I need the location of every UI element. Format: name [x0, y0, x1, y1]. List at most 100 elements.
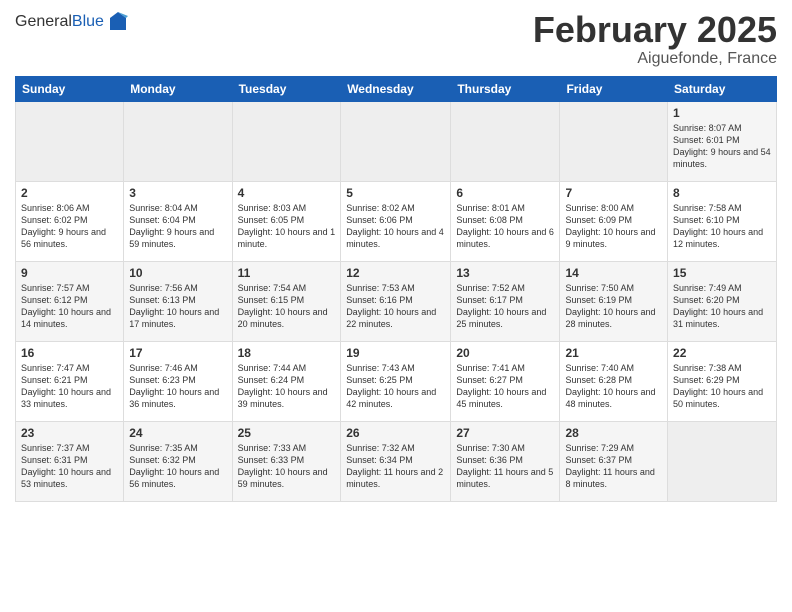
day-number: 2 [21, 186, 118, 200]
logo-icon [106, 10, 130, 34]
day-info: Sunrise: 7:43 AM Sunset: 6:25 PM Dayligh… [346, 362, 445, 411]
day-info: Sunrise: 8:07 AM Sunset: 6:01 PM Dayligh… [673, 122, 771, 171]
col-friday: Friday [560, 76, 668, 101]
logo: GeneralBlue [15, 10, 130, 34]
table-row [341, 101, 451, 181]
table-row [124, 101, 232, 181]
table-row: 27Sunrise: 7:30 AM Sunset: 6:36 PM Dayli… [451, 421, 560, 501]
location: Aiguefonde, France [533, 50, 777, 68]
title-section: February 2025 Aiguefonde, France [533, 10, 777, 68]
day-info: Sunrise: 7:46 AM Sunset: 6:23 PM Dayligh… [129, 362, 226, 411]
day-number: 17 [129, 346, 226, 360]
table-row: 25Sunrise: 7:33 AM Sunset: 6:33 PM Dayli… [232, 421, 341, 501]
day-info: Sunrise: 7:54 AM Sunset: 6:15 PM Dayligh… [238, 282, 336, 331]
table-row: 16 Sunrise: 7:47 AM Sunset: 6:21 PM Dayli… [16, 341, 124, 421]
calendar-week-row: 9 Sunrise: 7:57 AM Sunset: 6:12 PM Daylig… [16, 261, 777, 341]
day-number: 14 [565, 266, 662, 280]
day-info: Sunrise: 7:52 AM Sunset: 6:17 PM Dayligh… [456, 282, 554, 331]
day-info: Sunrise: 7:56 AM Sunset: 6:13 PM Dayligh… [129, 282, 226, 331]
day-info: Sunrise: 7:49 AM Sunset: 6:20 PM Dayligh… [673, 282, 771, 331]
day-info: Sunrise: 7:32 AM Sunset: 6:34 PM Dayligh… [346, 442, 445, 491]
table-row: 26 Sunrise: 7:32 AM Sunset: 6:34 PM Dayli… [341, 421, 451, 501]
logo-general-text: General [15, 13, 72, 30]
day-info: Sunrise: 7:47 AM Sunset: 6:21 PM Dayligh… [21, 362, 118, 411]
day-info: Sunrise: 8:03 AM Sunset: 6:05 PM Dayligh… [238, 202, 336, 251]
table-row: 7Sunrise: 8:00 AM Sunset: 6:09 PM Daylig… [560, 181, 668, 261]
day-info: Sunrise: 8:02 AM Sunset: 6:06 PM Dayligh… [346, 202, 445, 251]
table-row: 11 Sunrise: 7:54 AM Sunset: 6:15 PM Dayli… [232, 261, 341, 341]
day-info: Sunrise: 7:57 AM Sunset: 6:12 PM Dayligh… [21, 282, 118, 331]
table-row: 14 Sunrise: 7:50 AM Sunset: 6:19 PM Dayli… [560, 261, 668, 341]
day-number: 20 [456, 346, 554, 360]
table-row: 19 Sunrise: 7:43 AM Sunset: 6:25 PM Dayli… [341, 341, 451, 421]
day-info: Sunrise: 8:06 AM Sunset: 6:02 PM Dayligh… [21, 202, 118, 251]
table-row: 10 Sunrise: 7:56 AM Sunset: 6:13 PM Dayli… [124, 261, 232, 341]
table-row [451, 101, 560, 181]
day-info: Sunrise: 7:41 AM Sunset: 6:27 PM Dayligh… [456, 362, 554, 411]
day-number: 15 [673, 266, 771, 280]
table-row: 6Sunrise: 8:01 AM Sunset: 6:08 PM Daylig… [451, 181, 560, 261]
table-row: 8 Sunrise: 7:58 AM Sunset: 6:10 PM Daylig… [668, 181, 777, 261]
col-tuesday: Tuesday [232, 76, 341, 101]
day-info: Sunrise: 8:04 AM Sunset: 6:04 PM Dayligh… [129, 202, 226, 251]
day-info: Sunrise: 8:00 AM Sunset: 6:09 PM Dayligh… [565, 202, 662, 251]
logo-blue-text: Blue [72, 13, 104, 30]
table-row [668, 421, 777, 501]
table-row: 20 Sunrise: 7:41 AM Sunset: 6:27 PM Dayli… [451, 341, 560, 421]
calendar-week-row: 2 Sunrise: 8:06 AM Sunset: 6:02 PM Daylig… [16, 181, 777, 261]
day-number: 22 [673, 346, 771, 360]
table-row: 12Sunrise: 7:53 AM Sunset: 6:16 PM Dayli… [341, 261, 451, 341]
day-number: 8 [673, 186, 771, 200]
day-info: Sunrise: 7:35 AM Sunset: 6:32 PM Dayligh… [129, 442, 226, 491]
day-number: 16 [21, 346, 118, 360]
table-row: 4 Sunrise: 8:03 AM Sunset: 6:05 PM Daylig… [232, 181, 341, 261]
col-monday: Monday [124, 76, 232, 101]
table-row: 1 Sunrise: 8:07 AM Sunset: 6:01 PM Daylig… [668, 101, 777, 181]
day-info: Sunrise: 8:01 AM Sunset: 6:08 PM Dayligh… [456, 202, 554, 251]
table-row: 2 Sunrise: 8:06 AM Sunset: 6:02 PM Daylig… [16, 181, 124, 261]
day-number: 11 [238, 266, 336, 280]
day-number: 21 [565, 346, 662, 360]
table-row: 18 Sunrise: 7:44 AM Sunset: 6:24 PM Dayli… [232, 341, 341, 421]
table-row: 15 Sunrise: 7:49 AM Sunset: 6:20 PM Dayli… [668, 261, 777, 341]
table-row: 9 Sunrise: 7:57 AM Sunset: 6:12 PM Daylig… [16, 261, 124, 341]
day-info: Sunrise: 7:50 AM Sunset: 6:19 PM Dayligh… [565, 282, 662, 331]
table-row: 17 Sunrise: 7:46 AM Sunset: 6:23 PM Dayli… [124, 341, 232, 421]
calendar-header-row: Sunday Monday Tuesday Wednesday Thursday… [16, 76, 777, 101]
table-row: 24 Sunrise: 7:35 AM Sunset: 6:32 PM Dayli… [124, 421, 232, 501]
month-title: February 2025 [533, 10, 777, 50]
day-number: 10 [129, 266, 226, 280]
day-info: Sunrise: 7:37 AM Sunset: 6:31 PM Dayligh… [21, 442, 118, 491]
table-row: 13 Sunrise: 7:52 AM Sunset: 6:17 PM Dayli… [451, 261, 560, 341]
day-number: 18 [238, 346, 336, 360]
day-info: Sunrise: 7:40 AM Sunset: 6:28 PM Dayligh… [565, 362, 662, 411]
col-sunday: Sunday [16, 76, 124, 101]
day-number: 19 [346, 346, 445, 360]
day-number: 9 [21, 266, 118, 280]
day-number: 4 [238, 186, 336, 200]
calendar-week-row: 23Sunrise: 7:37 AM Sunset: 6:31 PM Dayli… [16, 421, 777, 501]
day-number: 13 [456, 266, 554, 280]
table-row: 3 Sunrise: 8:04 AM Sunset: 6:04 PM Daylig… [124, 181, 232, 261]
table-row [232, 101, 341, 181]
day-number: 28 [565, 426, 662, 440]
day-number: 24 [129, 426, 226, 440]
day-number: 3 [129, 186, 226, 200]
day-number: 25 [238, 426, 336, 440]
table-row: 28 Sunrise: 7:29 AM Sunset: 6:37 PM Dayli… [560, 421, 668, 501]
table-row: 23Sunrise: 7:37 AM Sunset: 6:31 PM Dayli… [16, 421, 124, 501]
col-saturday: Saturday [668, 76, 777, 101]
calendar-week-row: 16 Sunrise: 7:47 AM Sunset: 6:21 PM Dayli… [16, 341, 777, 421]
table-row [560, 101, 668, 181]
day-number: 27 [456, 426, 554, 440]
day-number: 1 [673, 106, 771, 120]
day-info: Sunrise: 7:44 AM Sunset: 6:24 PM Dayligh… [238, 362, 336, 411]
table-row [16, 101, 124, 181]
day-number: 26 [346, 426, 445, 440]
day-info: Sunrise: 7:38 AM Sunset: 6:29 PM Dayligh… [673, 362, 771, 411]
day-info: Sunrise: 7:29 AM Sunset: 6:37 PM Dayligh… [565, 442, 662, 491]
day-info: Sunrise: 7:53 AM Sunset: 6:16 PM Dayligh… [346, 282, 445, 331]
table-row: 21 Sunrise: 7:40 AM Sunset: 6:28 PM Dayli… [560, 341, 668, 421]
calendar-table: Sunday Monday Tuesday Wednesday Thursday… [15, 76, 777, 502]
day-info: Sunrise: 7:58 AM Sunset: 6:10 PM Dayligh… [673, 202, 771, 251]
